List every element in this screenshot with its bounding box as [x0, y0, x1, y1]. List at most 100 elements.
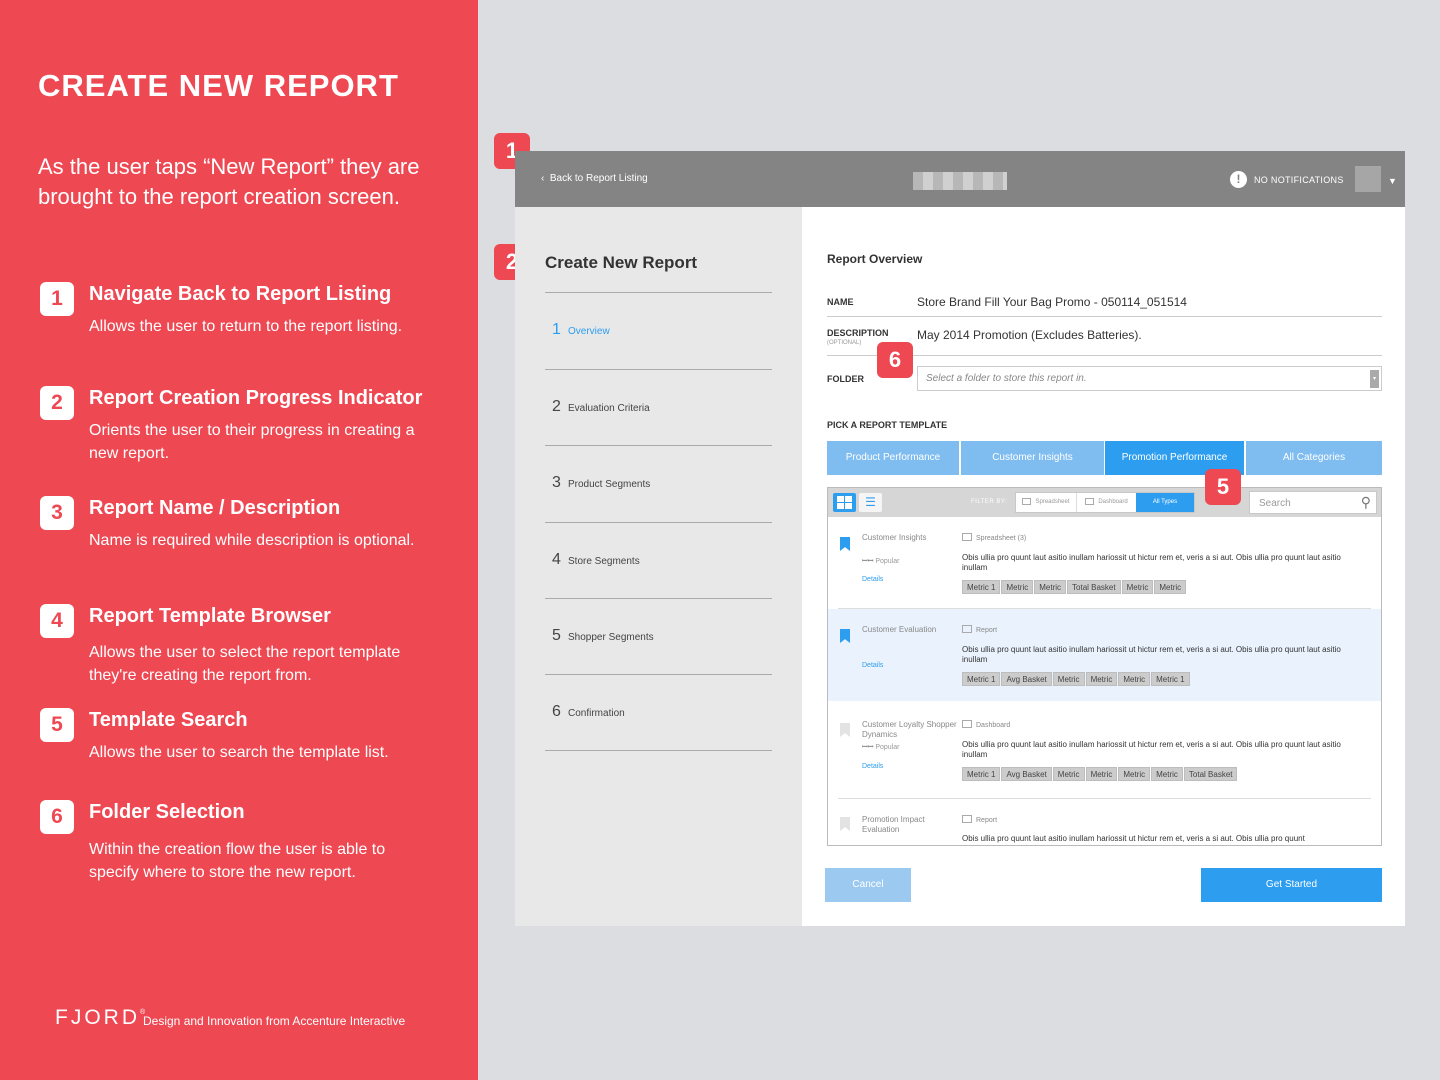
step-shopper-segments[interactable]: 5 Shopper Segments: [545, 598, 772, 675]
intro-text: As the user taps “New Report” they are b…: [38, 154, 420, 209]
tab-all-categories[interactable]: All Categories: [1246, 441, 1382, 475]
name-field[interactable]: Store Brand Fill Your Bag Promo - 050114…: [917, 295, 1187, 309]
step-number: 1: [552, 321, 561, 338]
table-row[interactable]: Promotion Impact Evaluation Report Obis …: [828, 799, 1381, 845]
step-store-segments[interactable]: 4 Store Segments: [545, 522, 772, 599]
back-to-listing-link[interactable]: ‹ Back to Report Listing: [541, 173, 648, 184]
callout-title: Report Creation Progress Indicator: [89, 387, 423, 409]
metric-chip: Metric: [1001, 580, 1034, 594]
details-link[interactable]: Details: [862, 763, 883, 770]
callout-title: Folder Selection: [89, 801, 245, 823]
filter-by-label: FILTER BY:: [971, 499, 1008, 505]
step-overview[interactable]: 1 Overview: [545, 292, 772, 369]
notifications-label[interactable]: NO NOTIFICATIONS: [1254, 175, 1344, 185]
list-view-icon[interactable]: ☰: [859, 493, 882, 512]
step-label: Overview: [568, 326, 610, 337]
search-icon[interactable]: ⚲: [1361, 494, 1371, 511]
step-confirmation[interactable]: 6 Confirmation: [545, 674, 772, 751]
template-tabs: Product Performance Customer Insights Pr…: [827, 441, 1382, 475]
bookmark-icon[interactable]: [840, 629, 850, 643]
filter-all-types[interactable]: All Types: [1136, 493, 1194, 512]
metric-chip: Metric 1: [962, 672, 1001, 686]
metric-chip: Metric: [1085, 767, 1118, 781]
folder-placeholder: Select a folder to store this report in.: [926, 373, 1087, 384]
notification-icon[interactable]: !: [1230, 171, 1247, 188]
metric-chip: Metric: [1052, 767, 1085, 781]
table-row[interactable]: Customer Insights ꟷꟷ Popular Details Spr…: [828, 517, 1381, 609]
template-name: Promotion Impact Evaluation: [862, 815, 925, 834]
dashboard-icon: [1085, 497, 1095, 505]
page-title: CREATE NEW REPORT: [38, 68, 399, 103]
callout-title: Navigate Back to Report Listing: [89, 283, 392, 305]
folder-label: FOLDER: [827, 374, 864, 384]
progress-sidebar: Create New Report 1 Overview 2 Evaluatio…: [515, 207, 802, 926]
tab-product-performance[interactable]: Product Performance: [827, 441, 959, 475]
bookmark-icon[interactable]: [840, 817, 850, 831]
filter-dashboard[interactable]: Dashboard: [1076, 493, 1136, 512]
details-link[interactable]: Details: [862, 662, 883, 669]
overview-form: Report Overview NAME Store Brand Fill Yo…: [825, 207, 1382, 926]
metric-chip: Metric: [1118, 767, 1151, 781]
callout-desc: Name is required while description is op…: [89, 532, 415, 549]
popular-icon: ꟷꟷ: [862, 558, 876, 565]
callout-number: 1: [40, 282, 74, 316]
callout-title: Report Name / Description: [89, 497, 341, 519]
fjord-logo: FJORD®: [55, 1006, 145, 1030]
template-desc: Obis ullia pro quunt laut asitio inullam…: [962, 645, 1341, 664]
template-search-input[interactable]: Search ⚲: [1249, 491, 1377, 514]
table-row[interactable]: Customer Loyalty Shopper Dynamics ꟷꟷ Pop…: [828, 701, 1381, 799]
back-label: Back to Report Listing: [549, 173, 648, 184]
template-type: Dashboard: [962, 720, 1010, 729]
chevron-down-icon[interactable]: ▼: [1388, 176, 1397, 186]
metric-chip: Metric: [1121, 580, 1154, 594]
left-panel: CREATE NEW REPORT As the user taps “New …: [0, 0, 478, 1080]
callout-number: 4: [40, 604, 74, 638]
avatar[interactable]: [1355, 166, 1381, 192]
template-desc: Obis ullia pro quunt laut asitio inullam…: [962, 834, 1305, 843]
report-icon: [962, 815, 972, 823]
template-type: Spreadsheet (3): [962, 533, 1026, 542]
callout-badge-6: 6: [877, 342, 913, 378]
blurred-logo: [913, 172, 1007, 190]
type-filter: Spreadsheet Dashboard All Types: [1015, 492, 1195, 513]
bookmark-icon[interactable]: [840, 723, 850, 737]
metric-chip: Metric 1: [962, 767, 1001, 781]
step-product-segments[interactable]: 3 Product Segments: [545, 445, 772, 522]
folder-select[interactable]: Select a folder to store this report in.…: [917, 366, 1382, 391]
step-label: Store Segments: [568, 556, 640, 567]
tab-customer-insights[interactable]: Customer Insights: [961, 441, 1104, 475]
details-link[interactable]: Details: [862, 576, 883, 583]
spreadsheet-icon: [962, 533, 972, 541]
metric-chip: Metric: [1118, 672, 1151, 686]
popular-badge: ꟷꟷ Popular: [862, 558, 900, 565]
description-field[interactable]: May 2014 Promotion (Excludes Batteries).: [917, 328, 1142, 342]
step-evaluation-criteria[interactable]: 2 Evaluation Criteria: [545, 369, 772, 446]
dropdown-arrow-icon[interactable]: ▾: [1370, 370, 1379, 388]
callout-desc: Within the creation flow the user is abl…: [89, 841, 386, 881]
cancel-button[interactable]: Cancel: [825, 868, 911, 902]
popular-icon: ꟷꟷ: [862, 744, 876, 751]
step-label: Confirmation: [568, 708, 625, 719]
name-label: NAME: [827, 297, 854, 307]
grid-view-icon[interactable]: [833, 493, 856, 512]
metric-chip: Avg Basket: [1001, 672, 1052, 686]
dashboard-icon: [962, 720, 972, 728]
callout-desc: Allows the user to return to the report …: [89, 318, 403, 335]
template-browser: ☰ FILTER BY: Spreadsheet Dashboard All T…: [827, 487, 1382, 846]
step-label: Evaluation Criteria: [568, 403, 650, 414]
metric-chip: Metric: [1085, 672, 1118, 686]
metric-chip: Metric: [1154, 580, 1187, 594]
bookmark-icon[interactable]: [840, 537, 850, 551]
template-type: Report: [962, 625, 997, 634]
filter-spreadsheet[interactable]: Spreadsheet: [1016, 493, 1076, 512]
fjord-wordmark: FJORD: [55, 1006, 140, 1029]
popular-badge: ꟷꟷ Popular: [862, 744, 900, 751]
get-started-button[interactable]: Get Started: [1201, 868, 1382, 902]
search-placeholder: Search: [1259, 498, 1291, 509]
template-name: Customer Insights: [862, 533, 927, 542]
step-number: 5: [552, 627, 561, 644]
section-heading: Report Overview: [827, 252, 923, 266]
table-row-selected[interactable]: Customer Evaluation Details Report Obis …: [828, 609, 1381, 701]
template-name: Customer Loyalty Shopper Dynamics: [862, 720, 957, 739]
step-label: Shopper Segments: [568, 632, 654, 643]
